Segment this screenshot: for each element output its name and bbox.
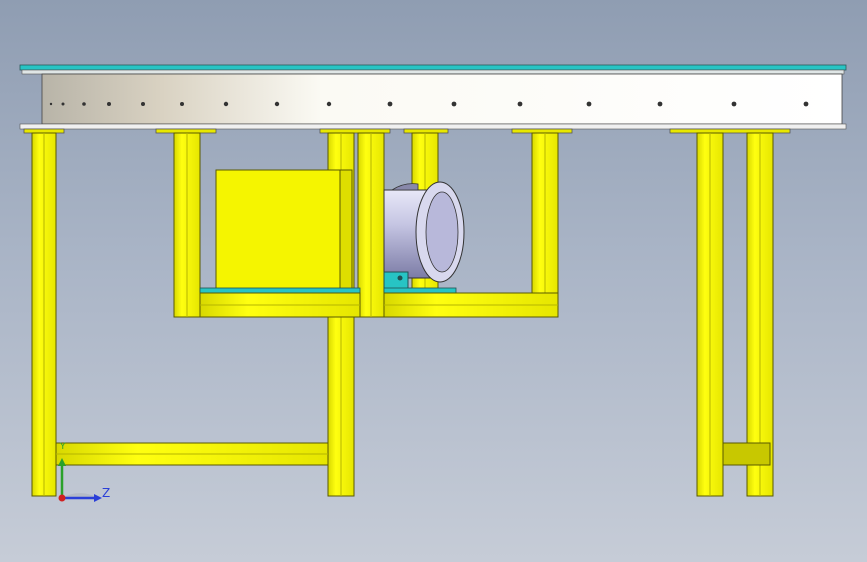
axis-z-label: Z [102,486,111,500]
cross-bars[interactable] [55,292,771,466]
motor-box[interactable] [215,169,353,293]
cad-viewport[interactable]: Y Z [0,0,867,562]
conveyor-beam[interactable] [19,64,847,130]
conveyor-model[interactable] [0,0,867,562]
leg-mount-plates [23,128,791,134]
axis-y-label: Y [60,442,66,452]
drum-motor[interactable] [383,181,465,283]
